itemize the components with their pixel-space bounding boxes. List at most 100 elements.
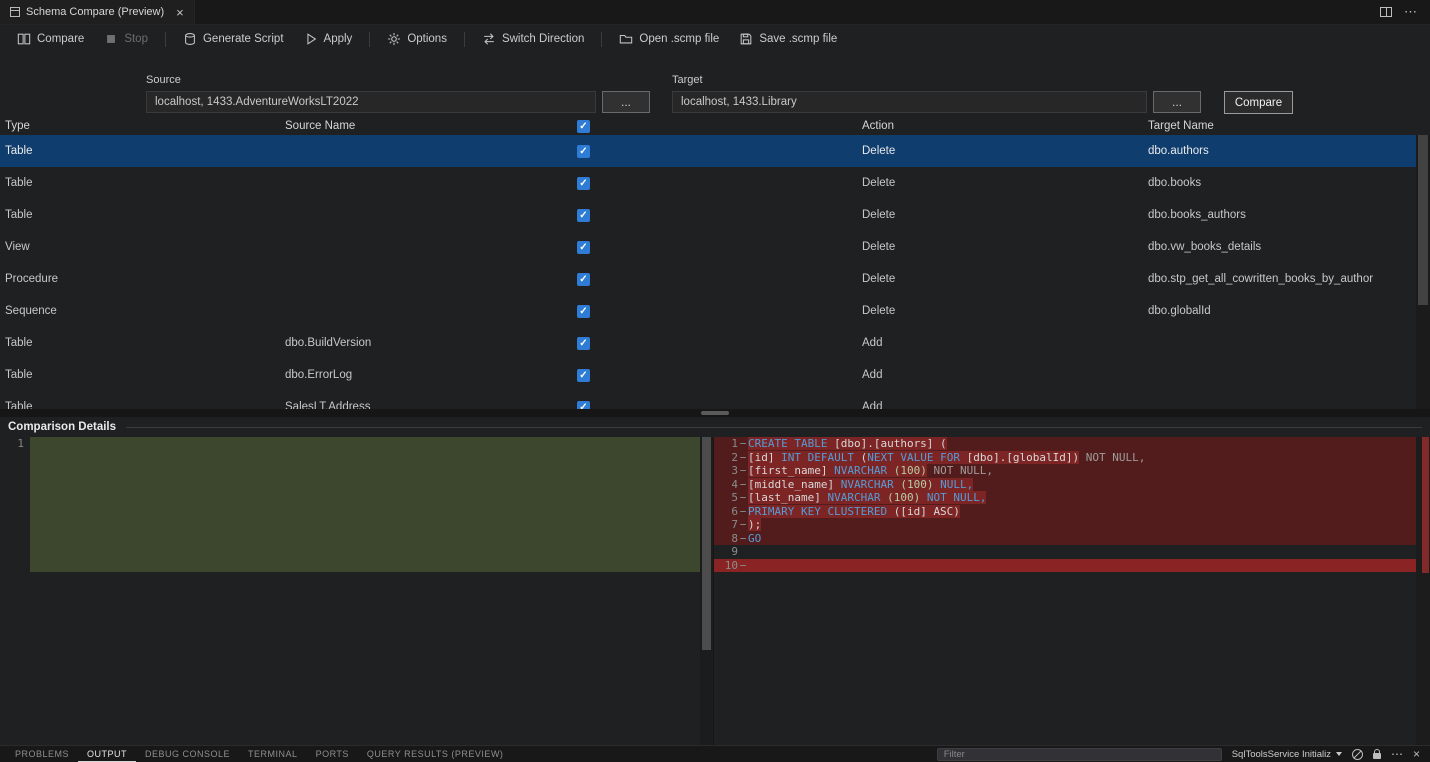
toolbar-button-options[interactable]: Options (378, 29, 456, 49)
editor-more-actions-icon[interactable]: ⋯ (1404, 4, 1418, 20)
panel-actions: SqlToolsService Initializ ⋯ × (937, 748, 1430, 761)
cell-action: Delete (862, 209, 1146, 221)
source-browse-button[interactable]: ... (602, 91, 650, 113)
scrollbar-thumb[interactable] (1418, 135, 1428, 305)
toolbar-button-generate-script[interactable]: Generate Script (174, 29, 293, 49)
toolbar-button-compare[interactable]: Compare (8, 29, 93, 49)
code-line: 3−[first_name] NVARCHAR (100) NOT NULL, (714, 464, 1416, 478)
row-include-checkbox[interactable] (577, 209, 590, 222)
toolbar-button-label: Save .scmp file (759, 33, 837, 45)
column-header-target-name[interactable]: Target Name (1146, 120, 1416, 132)
row-include-checkbox[interactable] (577, 145, 590, 158)
column-header-action[interactable]: Action (862, 120, 1146, 132)
panel-tab-ports[interactable]: PORTS (307, 746, 358, 762)
panel-close-icon[interactable]: × (1413, 748, 1420, 760)
target-input[interactable]: localhost, 1433.Library (672, 91, 1147, 113)
row-include-checkbox[interactable] (577, 177, 590, 190)
table-row[interactable]: ViewDeletedbo.vw_books_details (0, 231, 1416, 263)
diff-left-pane[interactable]: 1 (0, 437, 700, 745)
panel-splitter[interactable] (0, 409, 1430, 417)
grid-vertical-scrollbar[interactable] (1416, 135, 1430, 409)
target-label: Target (672, 74, 1201, 86)
diff-left-scrollbar[interactable] (700, 437, 713, 745)
row-include-checkbox[interactable] (577, 241, 590, 254)
code-text: [id] INT DEFAULT (NEXT VALUE FOR [dbo].[… (748, 451, 1416, 465)
code-text: GO (748, 532, 1416, 546)
row-include-checkbox[interactable] (577, 337, 590, 350)
toolbar-button-label: Compare (37, 33, 84, 45)
output-channel-select[interactable]: SqlToolsService Initializ (1232, 749, 1342, 760)
table-row[interactable]: TableDeletedbo.books_authors (0, 199, 1416, 231)
split-editor-icon[interactable] (1380, 7, 1392, 17)
source-input[interactable]: localhost, 1433.AdventureWorksLT2022 (146, 91, 596, 113)
code-line: 1−CREATE TABLE [dbo].[authors] ( (714, 437, 1416, 451)
row-include-checkbox[interactable] (577, 401, 590, 410)
source-group: Source localhost, 1433.AdventureWorksLT2… (146, 74, 650, 113)
output-filter-input[interactable] (937, 748, 1222, 761)
cell-action: Delete (862, 177, 1146, 189)
lock-scroll-icon[interactable] (1373, 749, 1381, 759)
line-number: 5 (714, 491, 738, 505)
toolbar-button-apply[interactable]: Apply (295, 29, 362, 49)
table-row[interactable]: Tabledbo.BuildVersionAdd (0, 327, 1416, 359)
deleted-line-marker: − (738, 559, 748, 573)
diff-right-code: 1−CREATE TABLE [dbo].[authors] (2−[id] I… (714, 437, 1416, 572)
cell-target-name: dbo.books (1146, 177, 1416, 189)
diff-editor: 1 1−CREATE TABLE [dbo].[authors] (2−[id]… (0, 437, 1430, 745)
tab-close-icon[interactable]: × (176, 6, 184, 19)
diff-left-placeholder (30, 437, 700, 572)
panel-tab-problems[interactable]: PROBLEMS (6, 746, 78, 762)
diff-right-scrollbar[interactable] (1416, 437, 1430, 745)
cell-type: Table (0, 209, 282, 221)
code-line: 4−[middle_name] NVARCHAR (100) NULL, (714, 478, 1416, 492)
line-number: 3 (714, 464, 738, 478)
toolbar-button-open-scmp[interactable]: Open .scmp file (610, 29, 728, 49)
panel-tab-terminal[interactable]: TERMINAL (239, 746, 307, 762)
table-row[interactable]: ProcedureDeletedbo.stp_get_all_cowritten… (0, 263, 1416, 295)
cell-type: Sequence (0, 305, 282, 317)
panel-more-actions-icon[interactable]: ⋯ (1391, 748, 1403, 760)
target-browse-button[interactable]: ... (1153, 91, 1201, 113)
diff-right-pane[interactable]: 1−CREATE TABLE [dbo].[authors] (2−[id] I… (713, 437, 1416, 745)
cell-target-name: dbo.vw_books_details (1146, 241, 1416, 253)
toolbar-button-save-scmp[interactable]: Save .scmp file (730, 29, 846, 49)
splitter-grip-handle[interactable] (701, 411, 729, 415)
cell-action: Delete (862, 145, 1146, 157)
panel-tab-debug-console[interactable]: DEBUG CONSOLE (136, 746, 239, 762)
table-row[interactable]: SequenceDeletedbo.globalId (0, 295, 1416, 327)
toolbar-button-stop[interactable]: Stop (95, 29, 157, 49)
cell-action: Delete (862, 305, 1146, 317)
row-include-checkbox[interactable] (577, 369, 590, 382)
line-number: 4 (714, 478, 738, 492)
clear-output-icon[interactable] (1352, 749, 1363, 760)
table-row[interactable]: Tabledbo.ErrorLogAdd (0, 359, 1416, 391)
toolbar: Compare Stop Generate Script Apply Options Sw… (0, 25, 1430, 53)
toolbar-button-label: Switch Direction (502, 33, 584, 45)
chevron-down-icon (1336, 752, 1342, 756)
target-group: Target localhost, 1433.Library ... (672, 74, 1201, 113)
scrollbar-thumb[interactable] (702, 437, 711, 650)
code-text: CREATE TABLE [dbo].[authors] ( (748, 437, 1416, 451)
column-header-type[interactable]: Type (0, 120, 282, 132)
table-row[interactable]: TableDeletedbo.authors (0, 135, 1416, 167)
row-include-checkbox[interactable] (577, 305, 590, 318)
table-row[interactable]: TableSalesLT.AddressAdd (0, 391, 1416, 409)
toolbar-button-switch-direction[interactable]: Switch Direction (473, 29, 593, 49)
tab-schema-compare[interactable]: Schema Compare (Preview) × (0, 0, 195, 24)
row-include-checkbox[interactable] (577, 273, 590, 286)
code-line: 7−); (714, 518, 1416, 532)
panel-tab-query-results-preview[interactable]: QUERY RESULTS (PREVIEW) (358, 746, 513, 762)
cell-target-name: dbo.authors (1146, 145, 1416, 157)
table-row[interactable]: TableDeletedbo.books (0, 167, 1416, 199)
code-line: 2−[id] INT DEFAULT (NEXT VALUE FOR [dbo]… (714, 451, 1416, 465)
compare-run-button[interactable]: Compare (1224, 91, 1293, 114)
column-header-source-name[interactable]: Source Name (282, 120, 577, 132)
toolbar-button-label: Options (407, 33, 447, 45)
toolbar-separator (165, 32, 166, 47)
cell-action: Add (862, 401, 1146, 409)
select-all-checkbox[interactable] (577, 120, 590, 133)
cell-source-name: SalesLT.Address (282, 401, 577, 409)
toolbar-button-label: Generate Script (203, 33, 284, 45)
panel-tab-output[interactable]: OUTPUT (78, 746, 136, 762)
grid-header: Type Source Name Action Target Name (0, 117, 1416, 135)
